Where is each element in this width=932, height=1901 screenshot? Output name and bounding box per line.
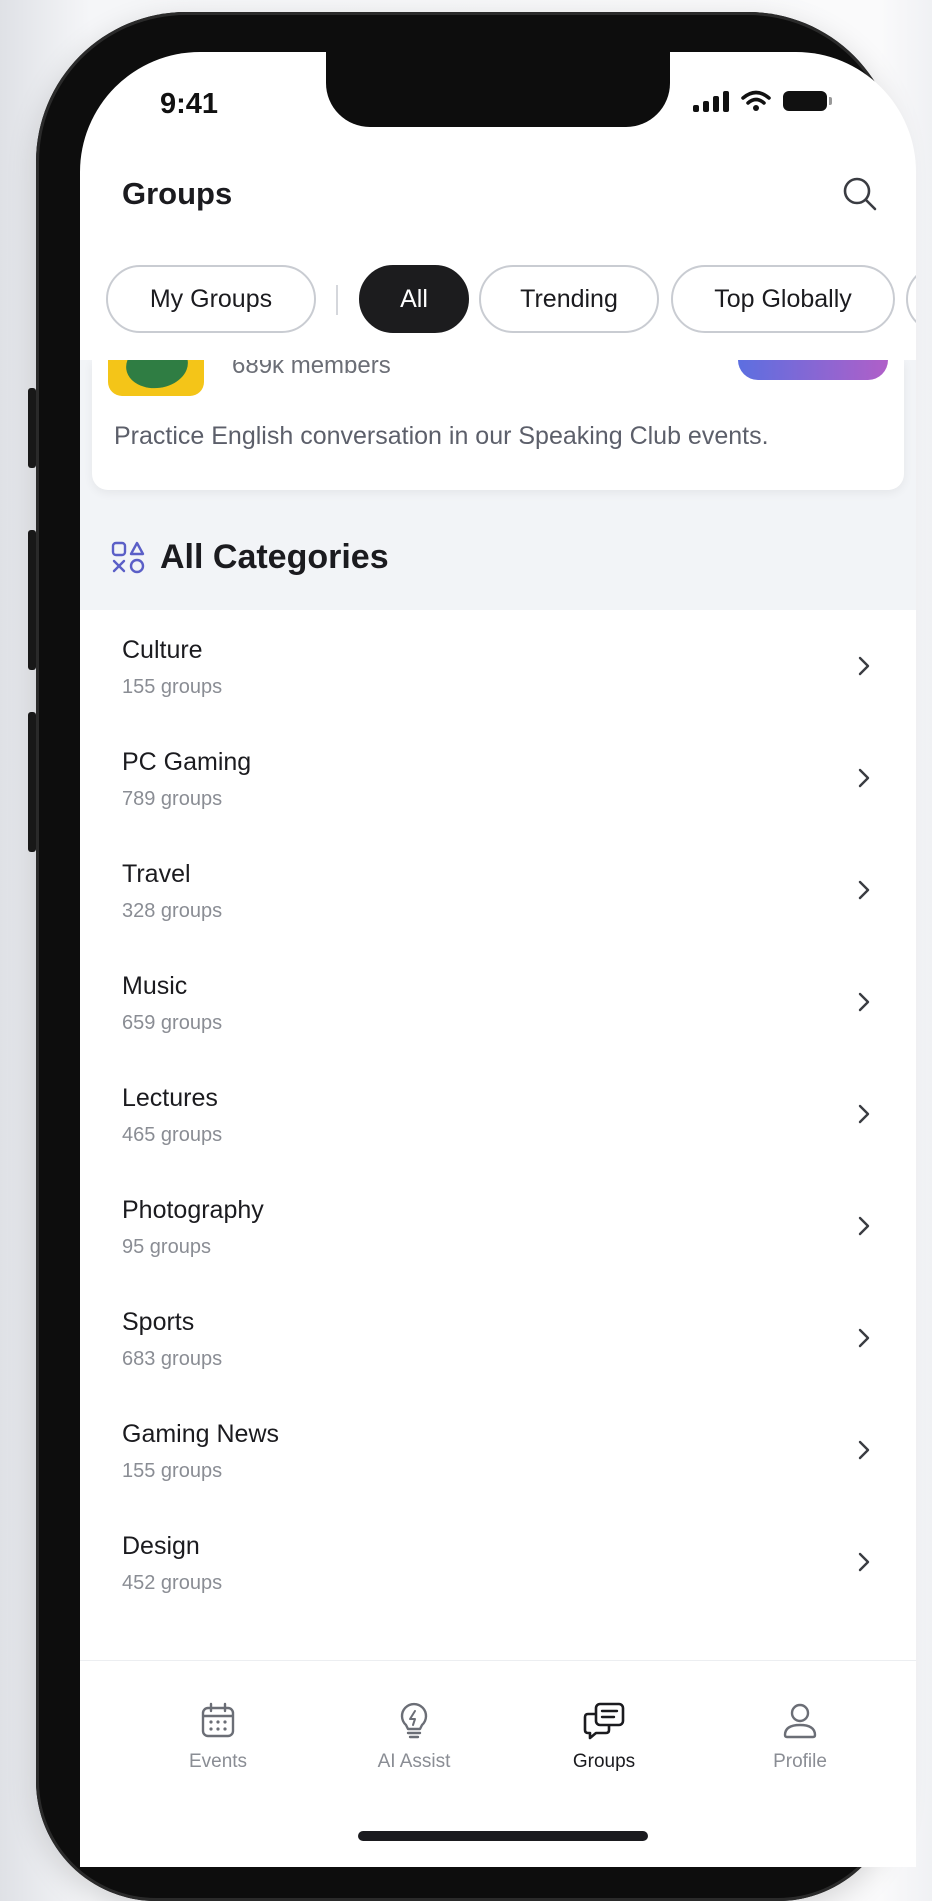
tab-more[interactable] <box>906 265 916 333</box>
category-row-culture[interactable]: Culture 155 groups <box>80 610 916 722</box>
join-button[interactable] <box>738 360 888 380</box>
profile-icon <box>783 1703 817 1739</box>
lightbulb-icon <box>400 1702 428 1739</box>
chevron-right-icon <box>858 1552 870 1572</box>
category-row-design[interactable]: Design 452 groups <box>80 1506 916 1618</box>
chevron-right-icon <box>858 1216 870 1236</box>
category-count: 328 groups <box>122 900 223 922</box>
category-name: Travel <box>122 860 191 888</box>
group-members: 689k members <box>232 360 391 379</box>
volume-down-button <box>28 712 36 852</box>
group-thumbnail <box>108 360 204 396</box>
tab-label: All <box>400 284 428 313</box>
tab-ai-assist[interactable]: AI Assist <box>344 1701 484 1773</box>
category-row-photography[interactable]: Photography 95 groups <box>80 1170 916 1282</box>
group-description: Practice English conversation in our Spe… <box>114 422 769 450</box>
category-name: Photography <box>122 1196 264 1224</box>
tab-events[interactable]: Events <box>148 1701 288 1773</box>
category-row-gaming-news[interactable]: Gaming News 155 groups <box>80 1394 916 1506</box>
tab-label: Profile <box>773 1751 827 1772</box>
tab-label: Groups <box>572 1751 636 1772</box>
volume-up-button <box>28 530 36 670</box>
tab-label: Events <box>188 1751 248 1772</box>
tab-trending[interactable]: Trending <box>479 265 659 333</box>
chevron-right-icon <box>858 1328 870 1348</box>
category-count: 465 groups <box>122 1124 223 1146</box>
home-indicator[interactable] <box>358 1831 648 1841</box>
tab-my-groups[interactable]: My Groups <box>106 265 316 333</box>
tab-groups[interactable]: Groups <box>534 1701 674 1773</box>
categories-title: All Categories <box>160 538 389 576</box>
content-area: 689k members Practice English conversati… <box>80 360 916 1660</box>
category-row-music[interactable]: Music 659 groups <box>80 946 916 1058</box>
tab-profile[interactable]: Profile <box>730 1701 870 1773</box>
category-count: 789 groups <box>122 788 223 810</box>
category-name: Lectures <box>122 1084 218 1112</box>
search-icon[interactable] <box>840 174 880 214</box>
category-count: 95 groups <box>122 1236 211 1258</box>
chevron-right-icon <box>858 1104 870 1124</box>
chat-bubbles-icon <box>583 1702 625 1740</box>
category-row-sports[interactable]: Sports 683 groups <box>80 1282 916 1394</box>
calendar-icon <box>201 1702 235 1738</box>
category-count: 155 groups <box>122 1460 223 1482</box>
tab-label: My Groups <box>149 284 273 313</box>
status-time: 9:41 <box>160 88 219 120</box>
category-row-lectures[interactable]: Lectures 465 groups <box>80 1058 916 1170</box>
category-name: Design <box>122 1532 200 1560</box>
category-name: Music <box>122 972 188 1000</box>
category-count: 155 groups <box>122 676 223 698</box>
filter-tabs: My Groups All Trending Top Globally <box>106 265 916 337</box>
chevron-right-icon <box>858 992 870 1012</box>
tab-label: Trending <box>520 284 618 313</box>
tab-label: AI Assist <box>377 1751 451 1772</box>
status-icons <box>693 90 832 112</box>
wifi-icon <box>741 90 771 111</box>
tab-all[interactable]: All <box>359 265 469 333</box>
category-count: 659 groups <box>122 1012 223 1034</box>
category-name: Sports <box>122 1308 195 1336</box>
categories-icon <box>111 541 145 574</box>
category-row-travel[interactable]: Travel 328 groups <box>80 834 916 946</box>
notch <box>326 52 670 127</box>
featured-group-card[interactable]: 689k members Practice English conversati… <box>92 360 904 490</box>
category-count: 683 groups <box>122 1348 223 1370</box>
category-name: Culture <box>122 636 203 664</box>
category-list: Culture 155 groups PC Gaming 789 groups … <box>80 610 916 1618</box>
battery-icon <box>783 91 832 111</box>
chevron-right-icon <box>858 880 870 900</box>
tab-divider <box>336 285 338 315</box>
chevron-right-icon <box>858 1440 870 1460</box>
categories-header: All Categories <box>80 510 916 610</box>
tab-label: Top Globally <box>714 284 852 313</box>
category-name: Gaming News <box>122 1420 279 1448</box>
tab-top-globally[interactable]: Top Globally <box>671 265 895 333</box>
page-title: Groups <box>122 176 233 211</box>
category-row-pc-gaming[interactable]: PC Gaming 789 groups <box>80 722 916 834</box>
category-count: 452 groups <box>122 1572 223 1594</box>
signal-icon <box>693 90 729 112</box>
chevron-right-icon <box>858 656 870 676</box>
chevron-right-icon <box>858 768 870 788</box>
mute-switch <box>28 388 36 468</box>
category-name: PC Gaming <box>122 748 252 776</box>
